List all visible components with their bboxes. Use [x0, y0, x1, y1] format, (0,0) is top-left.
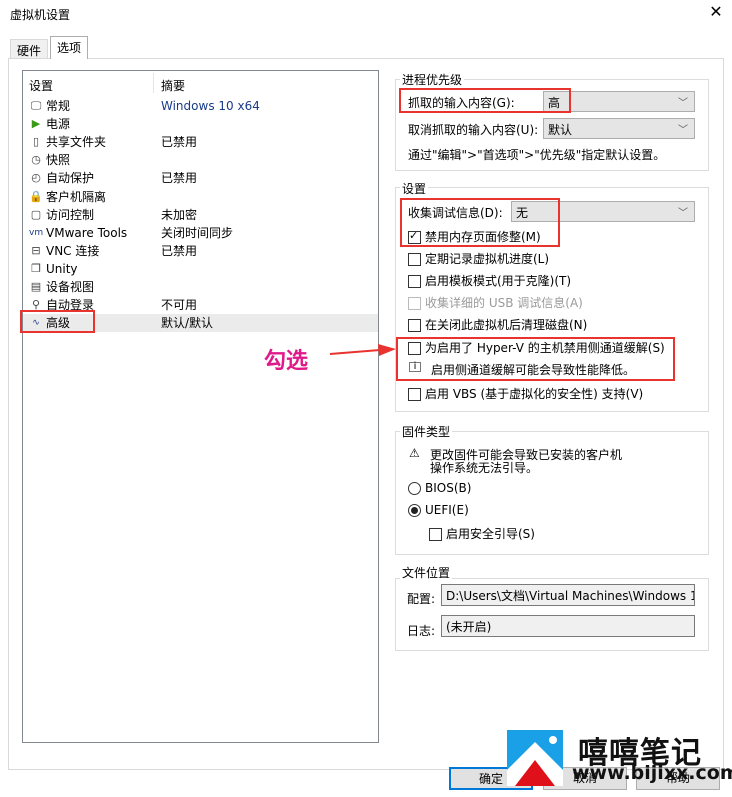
list-item[interactable]: ◷ 快照 [23, 151, 378, 169]
column-header-summary[interactable]: 摘要 [161, 77, 185, 94]
list-item[interactable]: ◴ 自动保护 已禁用 [23, 169, 378, 187]
chevron-down-icon: ﹀ [678, 208, 688, 219]
list-item[interactable]: ❐ Unity [23, 260, 378, 278]
priority-note: 通过"编辑">"首选项">"优先级"指定默认设置。 [408, 148, 666, 162]
list-item-summary: 已禁用 [161, 135, 198, 150]
monitor-icon: 🖵 [30, 99, 42, 112]
highlight-debug [400, 198, 560, 247]
list-item-name: 访问控制 [46, 207, 95, 222]
list-item-name: 客户机隔离 [46, 189, 107, 204]
list-item-summary: 默认/默认 [161, 316, 214, 331]
arrow-icon [329, 344, 396, 356]
warning-icon: ⚠ [409, 446, 420, 460]
settings-title: 设置 [400, 180, 429, 197]
config-label: 配置: [407, 592, 436, 606]
window-title: 虚拟机设置 [10, 8, 71, 22]
ungrab-priority-select[interactable]: 默认 ﹀ [543, 118, 695, 139]
option-checkbox[interactable]: 在关闭此虚拟机后清理磁盘(N) [408, 316, 587, 334]
list-item-name: 常规 [46, 99, 71, 113]
log-label: 日志: [407, 624, 436, 638]
list-item-summary: 不可用 [161, 298, 198, 313]
firmware-warning-2: 操作系统无法引导。 [430, 461, 539, 475]
option-checkbox[interactable]: 定期记录虚拟机进度(L) [408, 250, 549, 268]
watermark-url: www.bijixx.com [572, 762, 732, 784]
ungrab-value: 默认 [548, 123, 573, 137]
settings-list[interactable]: 设置 摘要 🖵 常规 Windows 10 x64 ▶ 电源 ▯ 共享文件夹 已禁用 ◷ 快照 ◴ 自… [22, 70, 379, 743]
list-item-name: 共享文件夹 [46, 135, 107, 150]
tab-options[interactable]: 选项 [50, 36, 89, 59]
vnc-icon: ⊟ [31, 243, 41, 257]
bios-radio[interactable]: BIOS(B) [408, 479, 471, 497]
play-icon: ▶ [31, 117, 41, 131]
location-title: 文件位置 [400, 564, 453, 581]
tab-hardware[interactable]: 硬件 [10, 39, 49, 59]
firmware-title: 固件类型 [400, 423, 453, 440]
list-item-name: 快照 [46, 153, 71, 168]
list-item[interactable]: ▶ 电源 [23, 115, 378, 133]
ungrab-label: 取消抓取的输入内容(U): [408, 123, 539, 137]
list-item-name: 自动保护 [46, 171, 95, 186]
config-path-field[interactable]: D:\Users\文档\Virtual Machines\Windows 10 … [441, 584, 695, 606]
list-item[interactable]: 🖵 常规 Windows 10 x64 [23, 97, 378, 115]
list-item[interactable]: ▯ 共享文件夹 已禁用 [23, 133, 378, 151]
list-item-summary: 关闭时间同步 [161, 225, 234, 240]
clock-icon: ◴ [31, 171, 41, 185]
list-item-name: VNC 连接 [46, 243, 100, 258]
unity-icon: ❐ [31, 261, 41, 275]
uefi-radio[interactable]: UEFI(E) [408, 501, 469, 519]
lock-icon: 🔒 [29, 189, 43, 203]
secure-boot-checkbox[interactable]: 启用安全引导(S) [429, 525, 535, 543]
chevron-down-icon: ﹀ [678, 98, 688, 109]
list-item[interactable]: ▢ 访问控制 未加密 [23, 206, 378, 224]
vbs-checkbox[interactable]: 启用 VBS (基于虚拟化的安全性) 支持(V) [408, 385, 643, 403]
annotation-text: 勾选 [264, 349, 309, 374]
list-item-summary: 已禁用 [161, 171, 198, 186]
list-item-name: 设备视图 [46, 280, 95, 294]
list-item-name: VMware Tools [46, 225, 128, 240]
list-item[interactable]: 🔒 客户机隔离 [23, 188, 378, 206]
watermark-logo [507, 730, 563, 786]
list-item-summary: 未加密 [161, 207, 198, 222]
list-item[interactable]: vm VMware Tools 关闭时间同步 [23, 224, 378, 242]
highlight-advanced [20, 310, 95, 333]
access-control-icon: ▢ [30, 207, 42, 221]
folder-icon: ▯ [32, 135, 40, 149]
option-checkbox[interactable]: 收集详细的 USB 调试信息(A) [408, 294, 583, 312]
list-item-name: 电源 [46, 117, 71, 132]
log-path-field[interactable]: (未开启) [441, 615, 695, 637]
snapshot-icon: ◷ [31, 153, 41, 167]
chevron-down-icon: ﹀ [678, 125, 688, 136]
list-item-summary: 已禁用 [161, 243, 198, 258]
vm-icon: vm [29, 227, 44, 238]
list-item[interactable]: ▤ 设备视图 [23, 278, 378, 296]
list-item-summary: Windows 10 x64 [161, 99, 260, 113]
highlight-grab [399, 88, 571, 113]
priority-title: 进程优先级 [400, 71, 465, 88]
close-icon[interactable]: ✕ [706, 2, 726, 21]
option-checkbox[interactable]: 启用模板模式(用于克隆)(T) [408, 272, 571, 290]
device-view-icon: ▤ [30, 280, 42, 293]
list-item[interactable]: ⊟ VNC 连接 已禁用 [23, 242, 378, 260]
highlight-hyperv [396, 337, 675, 381]
column-header-setting[interactable]: 设置 [29, 77, 53, 94]
list-item-name: Unity [46, 261, 78, 276]
